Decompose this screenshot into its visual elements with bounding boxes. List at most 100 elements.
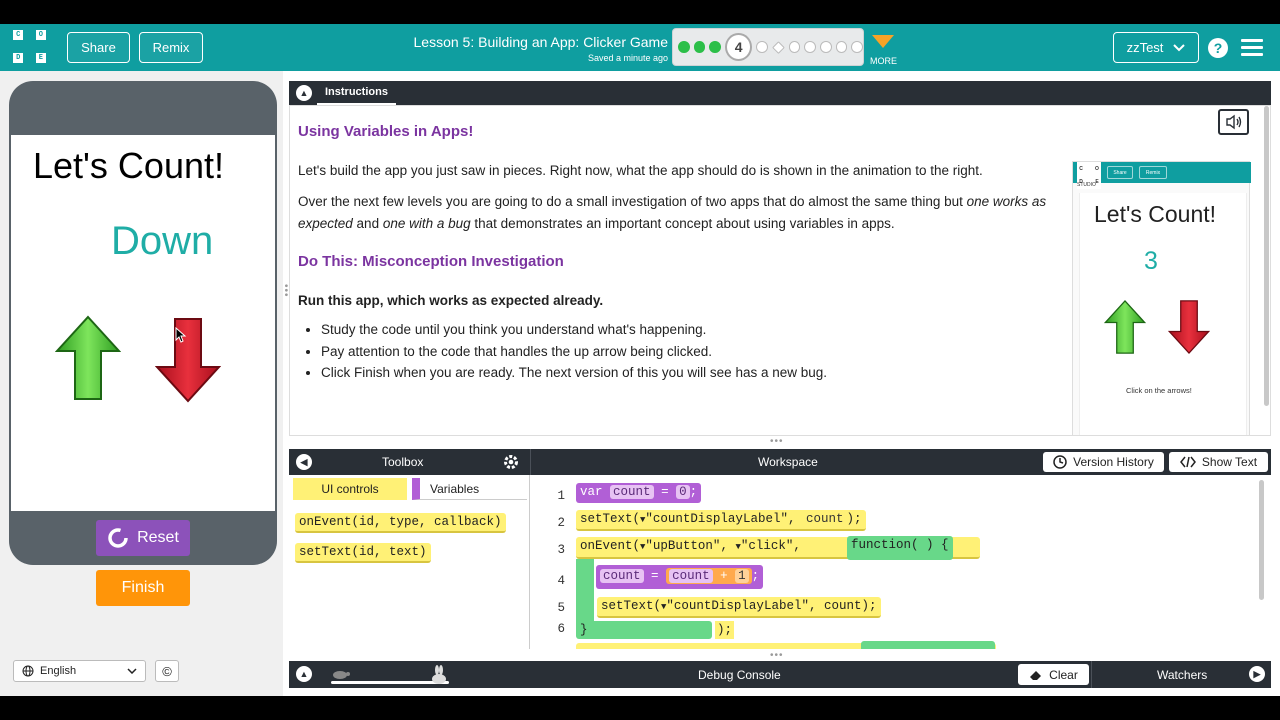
watchers-title: Watchers [1157, 668, 1208, 682]
logo-letter: C [1079, 165, 1083, 172]
gear-icon[interactable] [502, 453, 520, 471]
logo-letter: O [1095, 165, 1099, 172]
instructions-tab[interactable]: Instructions [317, 81, 396, 105]
animation-count-value: 3 [1144, 247, 1158, 275]
level-dot[interactable] [788, 41, 801, 53]
collapse-instructions-icon[interactable]: ▲ [296, 85, 312, 101]
instructions-heading: Using Variables in Apps! [298, 123, 474, 140]
function-block-partial[interactable] [861, 641, 995, 649]
more-label[interactable]: MORE [870, 56, 897, 66]
level-diamond[interactable] [771, 40, 785, 54]
more-chevron-icon[interactable] [872, 35, 894, 48]
addition-block[interactable]: count + 1 [666, 568, 752, 584]
finish-button[interactable]: Finish [96, 570, 190, 606]
code-function: setText( [580, 512, 641, 526]
animation-header: CO DE Share Remix [1073, 162, 1251, 189]
line-number: 1 [557, 489, 565, 503]
variable-ref-field[interactable]: count [669, 569, 713, 583]
clear-button[interactable]: Clear [1018, 664, 1089, 685]
hamburger-menu-icon[interactable] [1241, 39, 1263, 56]
logo-blank [13, 41, 23, 51]
top-header: C O D E Share Remix Lesson 5: Building a… [0, 24, 1280, 71]
current-level-bubble[interactable]: 4 [725, 33, 753, 61]
instructions-resize-handle[interactable]: ••• [770, 436, 784, 447]
code-function: onEvent( [580, 539, 641, 553]
code-punct: ); [861, 599, 877, 613]
reset-button[interactable]: Reset [96, 520, 190, 556]
up-arrow-button[interactable] [55, 315, 121, 401]
toolbox-block-settext[interactable]: setText(id, text) [295, 543, 431, 563]
code-brackets-icon [1179, 456, 1196, 468]
copyright-button[interactable]: © [155, 660, 179, 682]
assignment-block[interactable]: count = count + 1; [596, 565, 764, 589]
code-operator: = [661, 485, 669, 499]
function-block[interactable]: function( ) { [847, 536, 953, 560]
reset-label: Reset [137, 529, 179, 546]
variable-name-field[interactable]: count [610, 485, 654, 499]
level-dot-completed[interactable] [709, 41, 722, 53]
para-emphasis: one with a bug [382, 216, 471, 231]
expand-debug-icon[interactable]: ▲ [296, 666, 312, 682]
show-text-label: Show Text [1201, 455, 1258, 469]
text-to-speech-icon[interactable] [1218, 109, 1249, 135]
string-field[interactable]: "countDisplayLabel" [666, 599, 809, 613]
list-item: Click Finish when you are ready. The nex… [321, 362, 827, 384]
debug-resize-handle[interactable]: ••• [770, 650, 784, 661]
lesson-title[interactable]: Lesson 5: Building an App: Clicker Game [380, 34, 668, 50]
level-dot[interactable] [820, 41, 832, 53]
code-function: setText( [601, 599, 662, 613]
code-keyword: var [580, 485, 603, 499]
user-menu-button[interactable]: zzTest [1113, 32, 1199, 63]
instructions-bold-line: Run this app, which works as expected al… [298, 293, 604, 308]
argument-field[interactable]: count [824, 599, 862, 613]
var-declaration-block[interactable]: var count = 0; [576, 483, 702, 503]
category-tab-variables[interactable]: Variables [412, 478, 527, 500]
toolbox-block-onevent[interactable]: onEvent(id, type, callback) [295, 513, 506, 533]
collapse-toolbox-icon[interactable]: ◀ [296, 454, 312, 470]
logo-blank [24, 53, 34, 63]
level-dot-completed[interactable] [678, 41, 690, 53]
string-field[interactable]: "countDisplayLabel" [645, 512, 788, 526]
instructions-heading: Do This: Misconception Investigation [298, 253, 564, 270]
down-arrow-button[interactable] [155, 317, 221, 403]
help-icon[interactable]: ? [1208, 38, 1228, 58]
reset-icon [108, 528, 128, 548]
variable-name-field[interactable]: count [600, 569, 644, 583]
globe-icon [22, 665, 34, 677]
level-dot[interactable] [804, 41, 816, 53]
animation-share-button: Share [1107, 166, 1133, 179]
code-logo[interactable]: C O D E [13, 30, 46, 63]
remix-button[interactable]: Remix [139, 32, 203, 63]
debug-console-bar: ▲ Debug Console Clear Watchers ▶ [289, 661, 1271, 688]
code-punct: ); [715, 621, 735, 639]
code-header: ◀ Toolbox Workspace Version History Show… [289, 449, 1271, 475]
app-screen: Let's Count! Down [11, 135, 275, 511]
clock-icon [1053, 455, 1067, 469]
argument-field[interactable]: count [803, 512, 847, 526]
version-history-button[interactable]: Version History [1043, 452, 1164, 472]
list-item: Pay attention to the code that handles t… [321, 341, 827, 363]
string-field[interactable]: "click" [741, 539, 794, 553]
string-field[interactable]: "upButton" [645, 539, 720, 553]
settext-block[interactable]: setText(▼"countDisplayLabel", count); [576, 510, 866, 531]
animation-app-screen: Let's Count! 3 Click on the arrows! [1079, 193, 1247, 435]
level-dot[interactable] [851, 41, 864, 53]
expand-watchers-icon[interactable]: ▶ [1249, 666, 1265, 682]
logo-blank [36, 41, 46, 51]
language-select[interactable]: English [13, 660, 146, 682]
instructions-scrollbar[interactable] [1264, 106, 1269, 406]
workspace-scrollbar[interactable] [1259, 480, 1264, 600]
code-workspace[interactable]: 1 2 3 4 5 6 var count = 0; setText(▼"cou… [531, 475, 1271, 649]
instructions-body: Using Variables in Apps! Let's build the… [289, 105, 1271, 436]
level-dot[interactable] [835, 41, 848, 53]
rabbit-icon[interactable] [428, 664, 450, 686]
share-button[interactable]: Share [67, 32, 130, 63]
show-text-button[interactable]: Show Text [1169, 452, 1268, 472]
settext-block[interactable]: setText(▼"countDisplayLabel", count); [597, 597, 881, 618]
number-field[interactable]: 1 [735, 569, 749, 583]
level-dot-completed[interactable] [693, 41, 706, 53]
value-field[interactable]: 0 [676, 485, 690, 499]
category-tab-ui-controls[interactable]: UI controls [293, 478, 407, 500]
count-display-label: Down [111, 219, 214, 263]
level-dot[interactable] [756, 41, 768, 53]
